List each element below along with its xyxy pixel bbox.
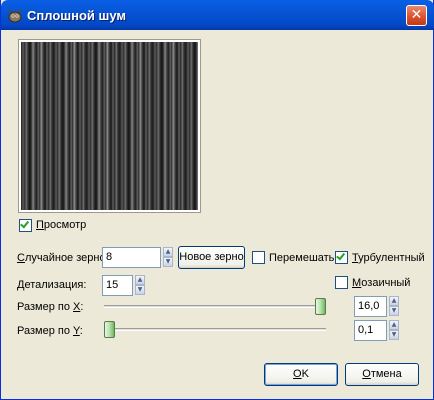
window-title: Сплошной шум [27, 8, 127, 23]
new-seed-button[interactable]: Новое зерно [178, 246, 245, 269]
y-size-slider-track[interactable] [104, 328, 326, 331]
randomize-label: Перемешать [269, 252, 335, 264]
y-size-label: Размер по Y: [17, 325, 83, 337]
spin-down-icon[interactable]: ▼ [135, 285, 145, 295]
seed-input[interactable]: 8 [102, 247, 161, 268]
x-size-value: 16,0 [358, 300, 380, 312]
title-bar[interactable]: Сплошной шум ✕ [1, 0, 434, 30]
x-size-spin-arrows[interactable]: ▲ ▼ [389, 296, 399, 317]
x-size-slider-thumb[interactable] [315, 298, 326, 315]
x-size-label: Размер по X: [17, 301, 84, 313]
spin-up-icon[interactable]: ▲ [389, 296, 399, 306]
x-size-slider-track[interactable] [104, 305, 326, 308]
spin-down-icon[interactable]: ▼ [389, 330, 399, 340]
y-size-value: 0,1 [358, 324, 374, 336]
preview-frame [18, 39, 201, 213]
spin-up-icon[interactable]: ▲ [163, 247, 173, 257]
y-size-slider-thumb[interactable] [104, 321, 115, 338]
checkmark-icon [20, 219, 30, 229]
checkmark-icon [336, 251, 346, 261]
spin-up-icon[interactable]: ▲ [135, 275, 145, 285]
gimp-icon [8, 9, 22, 23]
y-size-input[interactable]: 0,1 [354, 320, 387, 341]
detail-value: 15 [106, 279, 119, 291]
dialog-window: Сплошной шум ✕ Просмотр Случайное зерно:… [0, 0, 434, 400]
spin-up-icon[interactable]: ▲ [389, 320, 399, 330]
seed-label: Случайное зерно: [17, 252, 109, 264]
close-icon: ✕ [410, 7, 423, 23]
seed-spin-arrows[interactable]: ▲ ▼ [163, 247, 173, 268]
tileable-label: Мозаичный [352, 277, 411, 289]
x-size-input[interactable]: 16,0 [354, 296, 387, 317]
seed-value: 8 [106, 251, 113, 263]
tileable-checkbox[interactable] [335, 276, 348, 289]
detail-label: Детализация: [17, 279, 87, 291]
noise-preview-image [21, 42, 198, 210]
spin-down-icon[interactable]: ▼ [163, 257, 173, 267]
detail-spin-arrows[interactable]: ▲ ▼ [135, 275, 145, 296]
turbulent-checkbox[interactable] [335, 251, 348, 264]
y-size-spin-arrows[interactable]: ▲ ▼ [389, 320, 399, 341]
ok-button[interactable]: OK [264, 363, 338, 386]
spin-down-icon[interactable]: ▼ [389, 306, 399, 316]
cancel-button[interactable]: Отмена [345, 363, 419, 386]
turbulent-label: Турбулентный [352, 252, 425, 264]
detail-input[interactable]: 15 [102, 275, 133, 296]
preview-checkbox[interactable] [19, 219, 32, 232]
close-button[interactable]: ✕ [406, 5, 427, 26]
randomize-checkbox[interactable] [252, 251, 265, 264]
preview-label: Просмотр [36, 219, 87, 231]
